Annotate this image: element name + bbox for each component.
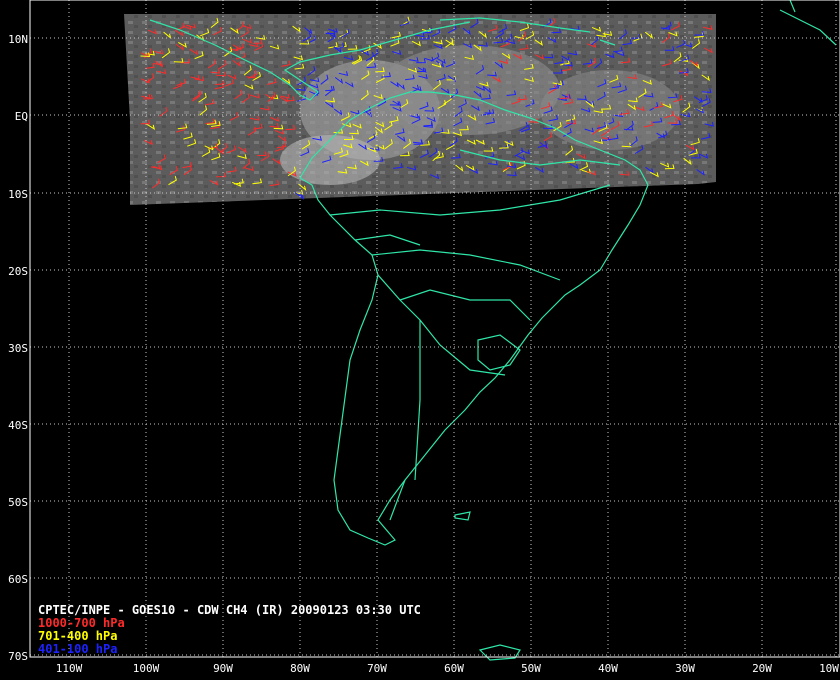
lon-label-40w: 40W <box>598 662 618 675</box>
lat-label-10s: 10S <box>8 188 28 201</box>
lon-label-30w: 30W <box>675 662 695 675</box>
antarctic-peninsula <box>478 644 521 661</box>
lat-label-70s: 70S <box>8 650 28 663</box>
lat-label-50s: 50S <box>8 496 28 509</box>
lon-label-20w: 20W <box>752 662 772 675</box>
lon-label-110w: 110W <box>55 662 83 675</box>
legend-high-level: 401-100 hPa <box>38 642 118 656</box>
uruguay-border <box>477 334 521 371</box>
north-america-coast <box>779 0 837 46</box>
lat-label-40s: 40S <box>8 419 28 432</box>
lon-label-80w: 80W <box>290 662 310 675</box>
country-borders <box>329 149 621 521</box>
lon-label-50w: 50W <box>521 662 541 675</box>
falkland-islands <box>454 511 471 521</box>
lat-label-30s: 30S <box>8 342 28 355</box>
map-caption: CPTEC/INPE - GOES10 - CDW CH4 (IR) 20090… <box>38 604 421 656</box>
lon-label-60w: 60W <box>444 662 464 675</box>
lat-label-eq: EQ <box>14 110 28 123</box>
lon-label-100w: 100W <box>132 662 160 675</box>
map-canvas <box>29 0 840 661</box>
lon-label-10w: 10W <box>819 662 839 675</box>
lat-label-20s: 20S <box>8 265 28 278</box>
lat-label-60s: 60S <box>8 573 28 586</box>
lon-label-70w: 70W <box>367 662 387 675</box>
lat-label-10n: 10N <box>8 33 28 46</box>
lon-label-90w: 90W <box>213 662 233 675</box>
